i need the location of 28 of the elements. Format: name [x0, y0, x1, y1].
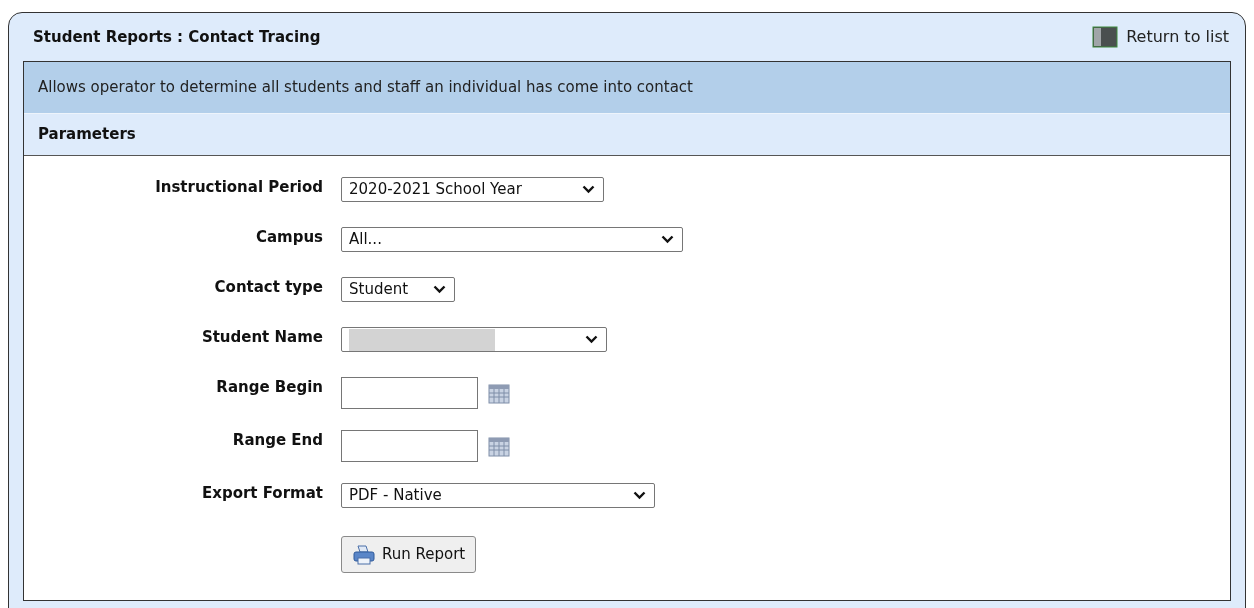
dropdown[interactable]: PDF - Native: [341, 483, 655, 508]
chevron-down-icon: [582, 185, 595, 194]
return-to-list-link[interactable]: Return to list: [1092, 25, 1229, 49]
chevron-down-icon: [633, 491, 646, 500]
date-input[interactable]: [341, 377, 478, 409]
calendar-icon[interactable]: [486, 434, 512, 458]
field-label: Range Begin: [215, 377, 324, 398]
page-title: Student Reports : Contact Tracing: [33, 26, 321, 48]
field-label: Range End: [231, 430, 324, 451]
field-label: Instructional Period: [154, 177, 324, 198]
field-label: Export Format: [200, 483, 324, 504]
dropdown[interactable]: Student: [341, 277, 455, 302]
field-label: Contact type: [213, 277, 324, 298]
field-label: Campus: [254, 227, 324, 248]
run-report-button[interactable]: Run Report: [341, 536, 477, 573]
door-icon: [1092, 25, 1119, 49]
dropdown[interactable]: 2020-2021 School Year: [341, 177, 604, 202]
field-label: Student Name: [200, 327, 324, 348]
date-input[interactable]: [341, 430, 478, 462]
calendar-icon[interactable]: [486, 381, 512, 405]
chevron-down-icon: [661, 235, 674, 244]
dropdown[interactable]: All...: [341, 227, 683, 252]
description-bar: Allows operator to determine all students and staff an individual has come into contact: [24, 62, 1230, 114]
section-header: Parameters: [24, 114, 1230, 156]
dropdown[interactable]: [341, 327, 607, 352]
chevron-down-icon: [585, 335, 598, 344]
chevron-down-icon: [433, 285, 446, 294]
printer-icon: [352, 543, 376, 566]
